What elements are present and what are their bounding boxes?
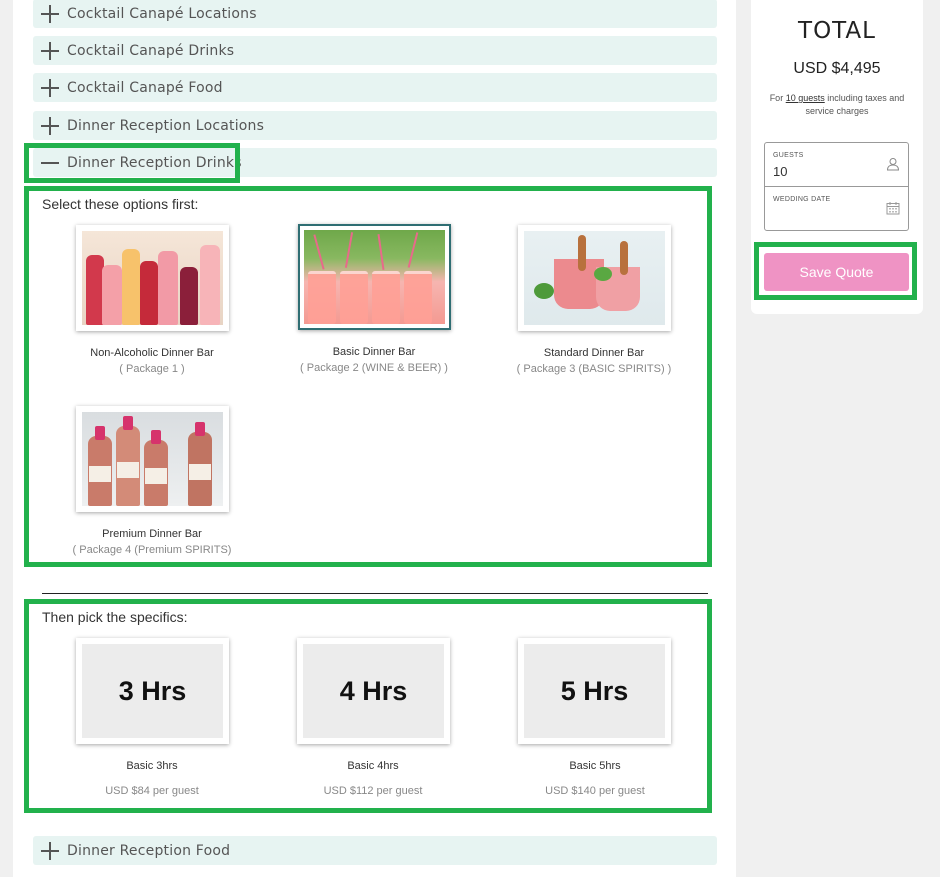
duration-price: USD $112 per guest	[323, 785, 423, 797]
package-sub: ( Package 2 (WINE & BEER) )	[300, 362, 448, 374]
quote-summary-panel: TOTAL USD $4,495 For 10 guests including…	[751, 0, 923, 314]
duration-card-3hrs[interactable]: 3 Hrs	[76, 638, 229, 744]
quote-form: GUESTS 10 WEDDING DATE	[764, 142, 909, 231]
duration-name: Basic 3hrs	[126, 760, 178, 772]
package-card-basic[interactable]	[298, 224, 451, 330]
guests-label: GUESTS	[773, 152, 804, 159]
package-card-standard[interactable]	[518, 225, 671, 331]
total-amount: USD $4,495	[793, 60, 881, 77]
packages-title: Select these options first:	[42, 196, 199, 212]
duration-tile: 4 Hrs	[303, 644, 444, 738]
plus-icon	[41, 78, 59, 97]
accordion-cocktail-canape-food[interactable]: Cocktail Canapé Food	[33, 73, 717, 102]
accordion-cocktail-canape-drinks[interactable]: Cocktail Canapé Drinks	[33, 36, 717, 65]
plus-icon	[41, 116, 59, 135]
accordion-label: Cocktail Canapé Locations	[67, 5, 257, 22]
total-title: TOTAL	[798, 18, 876, 44]
guests-field[interactable]: GUESTS 10	[765, 143, 908, 187]
accordion-label: Cocktail Canapé Drinks	[67, 42, 235, 59]
plus-icon	[41, 41, 59, 60]
wedding-date-field[interactable]: WEDDING DATE	[765, 187, 908, 231]
package-sub: ( Package 1 )	[119, 363, 185, 375]
package-name: Standard Dinner Bar	[543, 347, 645, 359]
package-sub: ( Package 4 (Premium SPIRITS)	[72, 544, 232, 556]
accordion-label: Dinner Reception Food	[67, 842, 231, 859]
plus-icon	[41, 841, 59, 860]
note-prefix: For	[769, 93, 786, 103]
duration-name: Basic 4hrs	[347, 760, 399, 772]
guests-input[interactable]: 10	[773, 164, 787, 179]
section-divider	[42, 593, 708, 594]
non-alcoholic-bar-image	[82, 231, 223, 325]
package-card-premium[interactable]	[76, 406, 229, 512]
accordion-cocktail-canape-locations[interactable]: Cocktail Canapé Locations	[33, 0, 717, 28]
package-name: Premium Dinner Bar	[102, 528, 202, 540]
duration-tile: 3 Hrs	[82, 644, 223, 738]
user-icon	[886, 158, 900, 171]
duration-card-5hrs[interactable]: 5 Hrs	[518, 638, 671, 744]
basic-bar-image	[304, 230, 445, 324]
specifics-title: Then pick the specifics:	[42, 609, 188, 625]
minus-icon	[41, 154, 59, 172]
duration-tile: 5 Hrs	[524, 644, 665, 738]
package-name: Non-Alcoholic Dinner Bar	[90, 347, 214, 359]
calendar-icon	[886, 202, 900, 215]
package-name: Basic Dinner Bar	[332, 346, 416, 358]
save-quote-button[interactable]: Save Quote	[764, 253, 909, 291]
accordion-label: Cocktail Canapé Food	[67, 79, 223, 96]
wedding-date-label: WEDDING DATE	[773, 196, 831, 203]
accordion-dinner-reception-drinks[interactable]: Dinner Reception Drinks	[33, 148, 717, 177]
premium-bar-image	[82, 412, 223, 506]
duration-card-4hrs[interactable]: 4 Hrs	[297, 638, 450, 744]
duration-name: Basic 5hrs	[569, 760, 621, 772]
accordion-dinner-reception-locations[interactable]: Dinner Reception Locations	[33, 111, 717, 140]
duration-price: USD $140 per guest	[545, 785, 645, 797]
accordion-label: Dinner Reception Drinks	[67, 154, 242, 171]
accordion-label: Dinner Reception Locations	[67, 117, 265, 134]
plus-icon	[41, 4, 59, 23]
package-card-non-alcoholic[interactable]	[76, 225, 229, 331]
guests-link[interactable]: 10 guests	[786, 93, 825, 103]
accordion-dinner-reception-food[interactable]: Dinner Reception Food	[33, 836, 717, 865]
package-sub: ( Package 3 (BASIC SPIRITS) )	[516, 363, 672, 375]
duration-price: USD $84 per guest	[105, 785, 199, 797]
standard-bar-image	[524, 231, 665, 325]
total-note: For 10 guests including taxes and servic…	[761, 92, 913, 118]
